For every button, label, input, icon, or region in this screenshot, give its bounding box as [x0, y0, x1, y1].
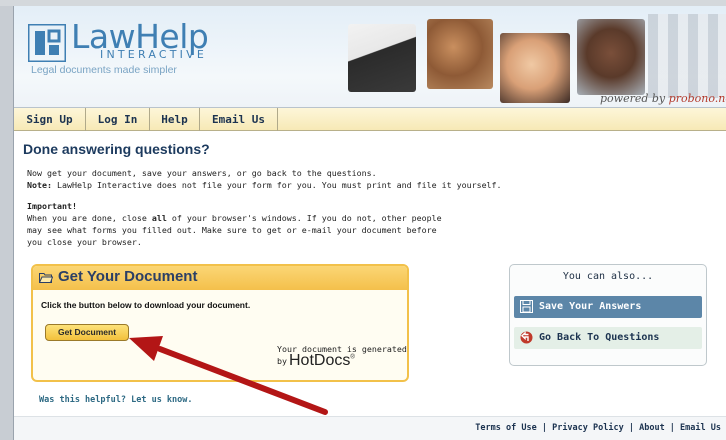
- important-line-2: may see what forms you filled out. Make …: [27, 225, 437, 235]
- note-line: Note: LawHelp Interactive does not file …: [27, 179, 502, 191]
- footer-terms-link[interactable]: Terms of Use: [475, 423, 536, 433]
- by-text: by: [277, 356, 287, 366]
- imp1-a: When you are done, close: [27, 213, 152, 223]
- you-can-also-title: You can also...: [562, 271, 654, 282]
- footer-privacy-link[interactable]: Privacy Policy: [552, 423, 624, 433]
- nav-sign-up[interactable]: Sign Up: [14, 108, 86, 131]
- hotdocs-text: HotDocs: [289, 352, 351, 369]
- intro-line: Now get your document, save your answers…: [27, 168, 377, 178]
- folder-open-icon: [39, 273, 53, 283]
- note-label: Note:: [27, 180, 52, 190]
- page: LawHelp INTERACTIVE Legal documents made…: [13, 6, 726, 440]
- helpful-link[interactable]: Was this helpful? Let us know.: [39, 395, 193, 405]
- header-photo-3: [500, 33, 570, 103]
- header-photo-1: [348, 24, 416, 92]
- header-photo-2: [427, 19, 493, 89]
- save-answers-button[interactable]: Save Your Answers: [514, 296, 702, 318]
- site-header: LawHelp INTERACTIVE Legal documents made…: [14, 6, 726, 108]
- footer: Terms of Use | Privacy Policy | About | …: [14, 416, 726, 440]
- footer-sep: |: [536, 423, 553, 433]
- get-document-header: Get Your Document: [33, 266, 407, 290]
- save-disk-icon: [520, 300, 533, 313]
- you-can-also-panel: You can also... Save Your Answers Go Bac…: [509, 264, 707, 366]
- powered-brand: probono.net: [668, 92, 726, 105]
- logo-mark-icon: [28, 24, 66, 62]
- powered-by[interactable]: powered by probono.net: [600, 92, 726, 105]
- footer-links: Terms of Use | Privacy Policy | About | …: [475, 423, 721, 433]
- nav-email-us[interactable]: Email Us: [200, 108, 278, 131]
- hotdocs-reg: ®: [350, 354, 355, 361]
- get-document-button[interactable]: Get Document: [45, 324, 129, 341]
- footer-email-link[interactable]: Email Us: [680, 423, 721, 433]
- nav-help[interactable]: Help: [150, 108, 200, 131]
- important-line-3: you close your browser.: [27, 237, 142, 247]
- tagline: Legal documents made simpler: [31, 64, 177, 76]
- header-columns-image: [648, 14, 726, 98]
- note-text: LawHelp Interactive does not file your f…: [51, 180, 502, 190]
- header-photo-4: [577, 19, 645, 95]
- imp1-c: of your browser's windows. If you do not…: [166, 213, 442, 223]
- get-document-title: Get Your Document: [58, 268, 198, 285]
- imp1-b: all: [151, 213, 167, 223]
- footer-sep: |: [623, 423, 640, 433]
- nav-log-in[interactable]: Log In: [86, 108, 150, 131]
- logo-subtitle: INTERACTIVE: [100, 48, 207, 61]
- go-back-label: Go Back To Questions: [539, 332, 660, 343]
- footer-sep: |: [664, 423, 681, 433]
- footer-about-link[interactable]: About: [639, 423, 665, 433]
- hotdocs-logo: HotDocs®: [289, 352, 355, 370]
- top-nav: Sign Up Log In Help Email Us: [14, 108, 726, 131]
- powered-prefix: powered by: [600, 92, 666, 105]
- save-answers-label: Save Your Answers: [539, 301, 642, 312]
- get-document-instruction: Click the button below to download your …: [41, 300, 251, 310]
- back-arrow-icon: [520, 331, 533, 344]
- page-title: Done answering questions?: [23, 141, 210, 157]
- get-document-panel: Get Your Document Click the button below…: [31, 264, 409, 382]
- important-line-1: When you are done, close all of your bro…: [27, 212, 442, 224]
- important-heading: Important!: [27, 201, 77, 211]
- go-back-button[interactable]: Go Back To Questions: [514, 327, 702, 349]
